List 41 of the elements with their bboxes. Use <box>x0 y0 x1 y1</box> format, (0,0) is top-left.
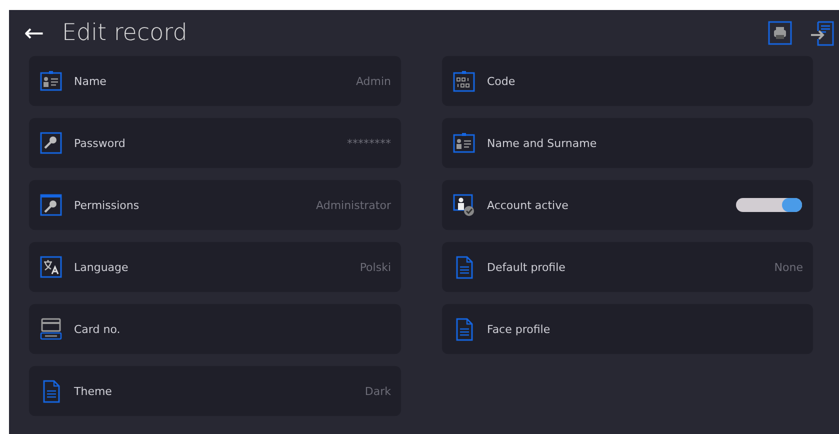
record-row[interactable]: Name and Surname <box>442 118 813 168</box>
id-card-icon <box>452 131 476 155</box>
field-value: Polski <box>360 260 391 274</box>
field-value: Dark <box>364 384 391 398</box>
field-label: Language <box>74 260 130 274</box>
back-button[interactable]: ← <box>21 21 47 45</box>
record-row[interactable]: Permissions Administrator <box>29 180 401 230</box>
field-label: Name and Surname <box>487 136 598 150</box>
field-value: None <box>774 260 803 274</box>
field-value: Admin <box>356 74 391 88</box>
field-label: Name <box>74 74 108 88</box>
binary-code-icon <box>452 69 476 93</box>
export-document-icon[interactable] <box>809 20 835 46</box>
record-row[interactable]: Account active <box>442 180 813 230</box>
record-row[interactable]: Language Polski <box>29 242 401 292</box>
page-title: Edit record <box>62 20 188 46</box>
record-row[interactable]: Name Admin <box>29 56 401 106</box>
field-label: Permissions <box>74 198 140 212</box>
key-icon <box>39 131 63 155</box>
translate-icon <box>39 255 63 279</box>
user-check-icon <box>452 193 476 217</box>
record-row[interactable]: Theme Dark <box>29 366 401 416</box>
field-label: Account active <box>487 198 570 212</box>
field-label: Face profile <box>487 322 552 336</box>
key-window-icon <box>39 193 63 217</box>
record-row[interactable]: Code <box>442 56 813 106</box>
printer-icon[interactable] <box>767 20 793 46</box>
field-label: Code <box>487 74 516 88</box>
field-label: Password <box>74 136 126 150</box>
field-label: Card no. <box>74 322 122 336</box>
toggle-switch[interactable] <box>736 198 802 212</box>
id-card-icon <box>39 69 63 93</box>
field-value: ******** <box>347 136 391 150</box>
record-row[interactable]: Card no. <box>29 304 401 354</box>
field-label: Default profile <box>487 260 566 274</box>
field-value: Administrator <box>316 198 391 212</box>
card-icon <box>39 317 63 341</box>
record-row[interactable]: Face profile <box>442 304 813 354</box>
record-row[interactable]: Default profile None <box>442 242 813 292</box>
field-label: Theme <box>74 384 113 398</box>
record-row[interactable]: Password ******** <box>29 118 401 168</box>
